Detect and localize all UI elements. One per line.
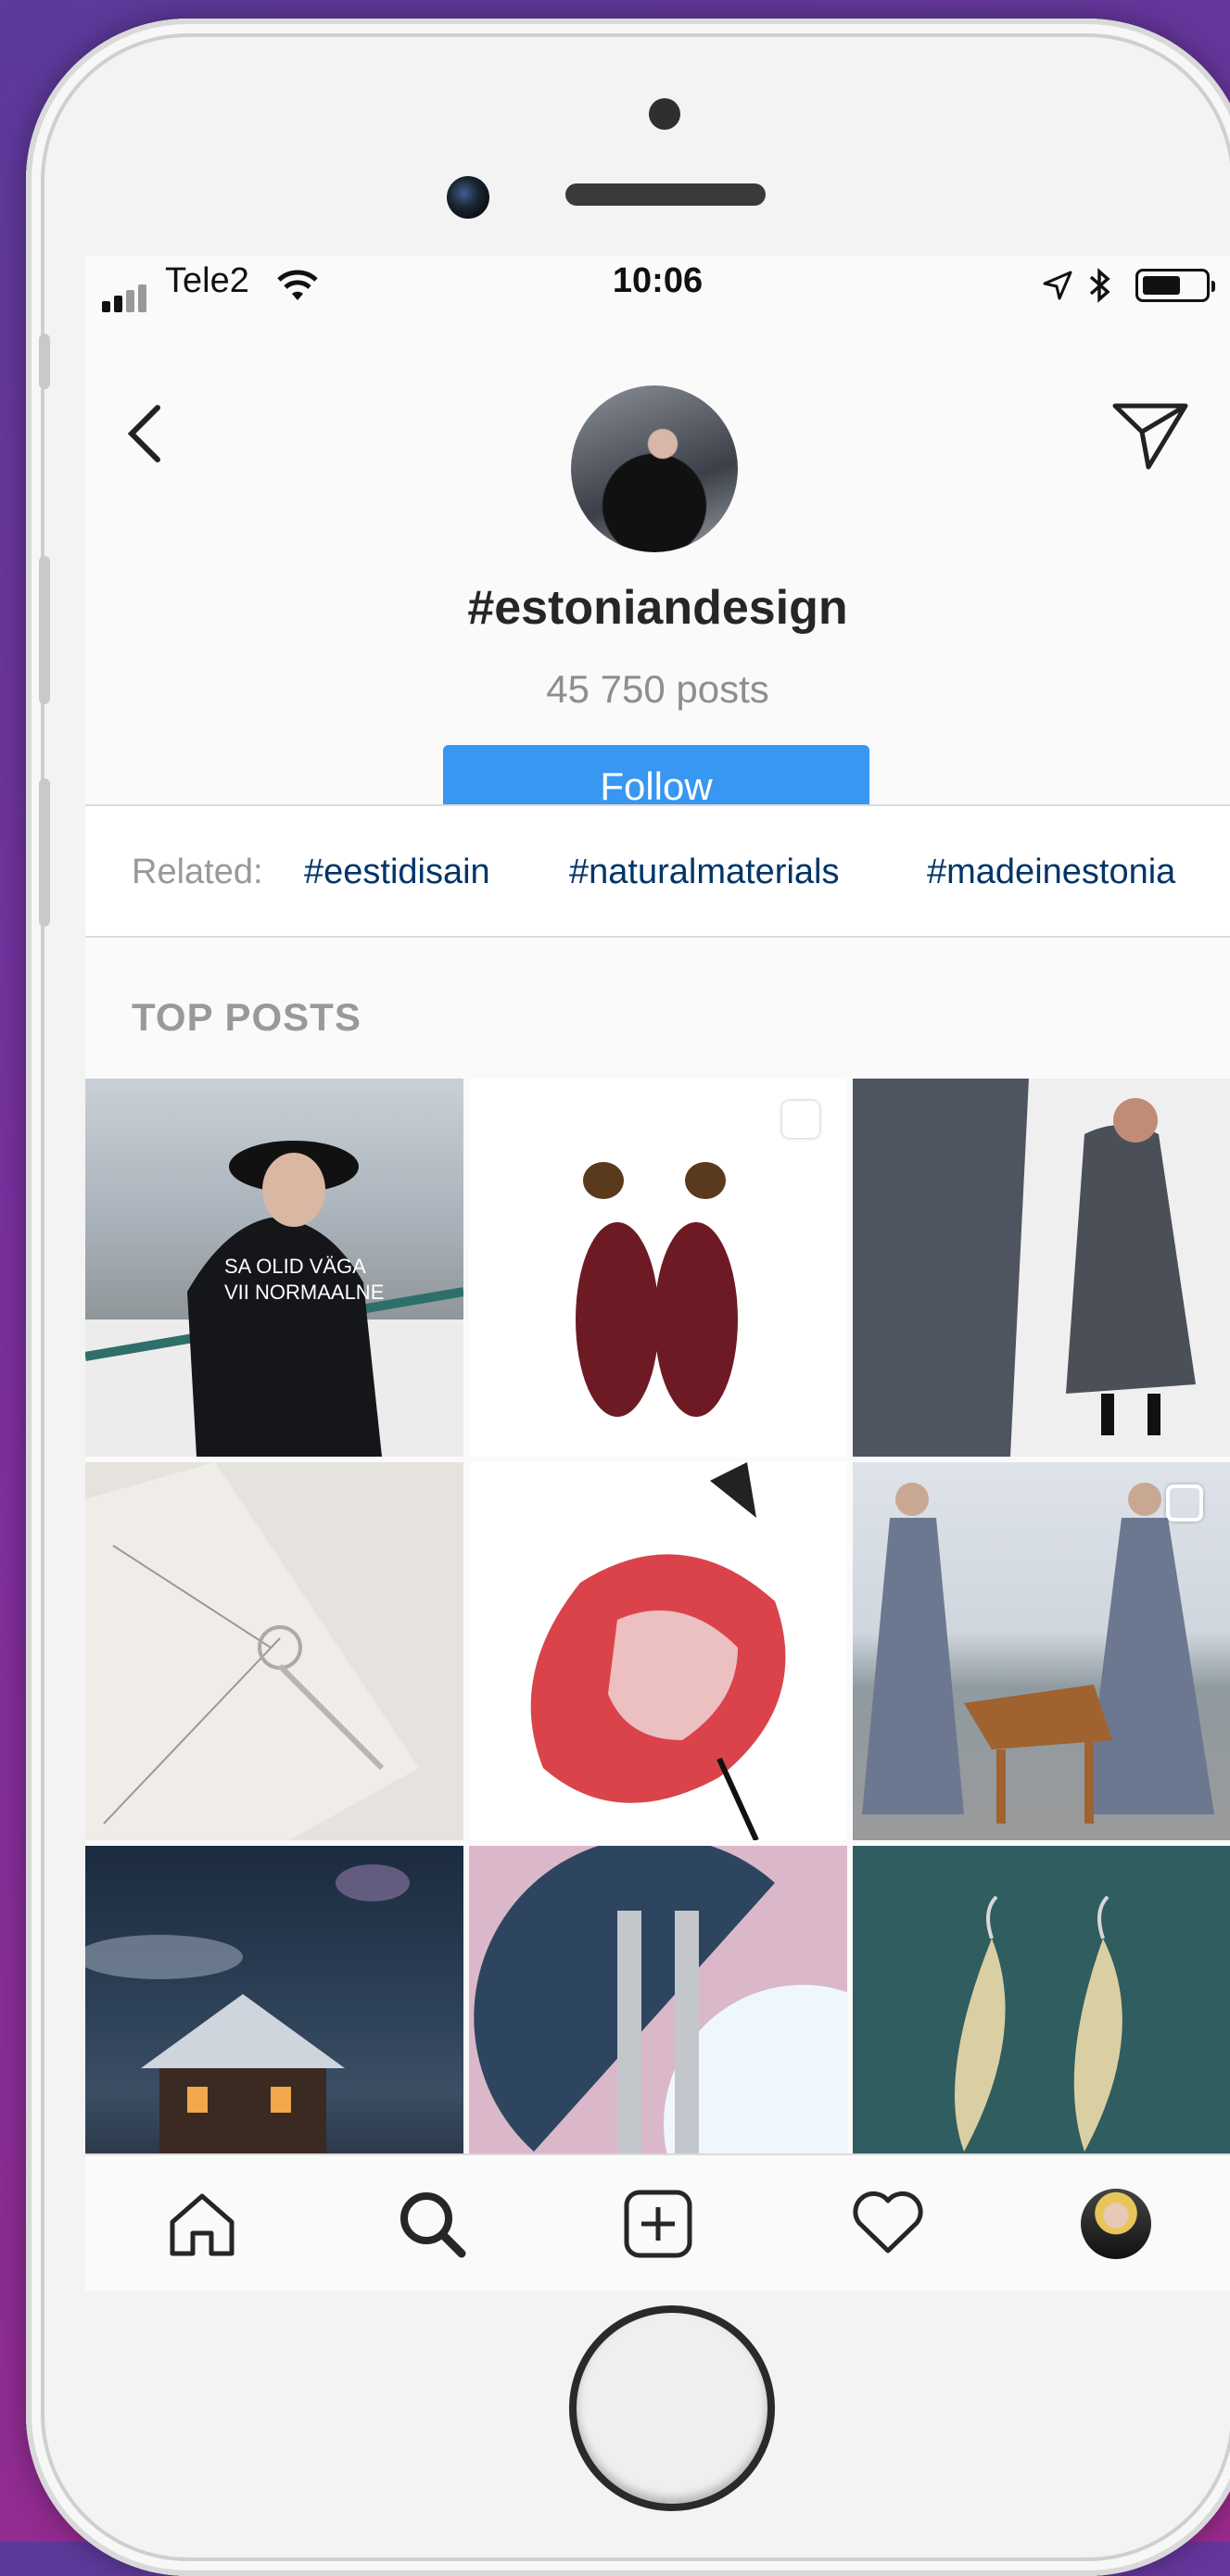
svg-text:VII NORMAALNE: VII NORMAALNE — [224, 1281, 384, 1304]
related-hashtags-bar: Related: #eestidisain #naturalmaterials … — [85, 804, 1230, 938]
post-grey-dress[interactable] — [853, 1079, 1230, 1457]
tab-home[interactable] — [165, 2187, 239, 2261]
related-tag-eestidisain[interactable]: #eestidisain — [304, 852, 490, 892]
hashtag-header: #estoniandesign 45 750 posts Follow — [85, 311, 1230, 867]
tab-add-post[interactable] — [621, 2187, 695, 2261]
home-button[interactable] — [569, 2305, 775, 2511]
related-label: Related: — [132, 852, 263, 891]
post-pendant-necklace[interactable] — [85, 1462, 463, 1840]
tab-activity[interactable] — [851, 2187, 925, 2261]
section-title-top-posts: TOP POSTS — [132, 995, 361, 1039]
home-icon — [170, 2193, 235, 2256]
status-bar: Tele2 10:06 — [85, 256, 1230, 312]
bluetooth-icon — [1089, 268, 1110, 303]
post-image: SA OLID VÄGA VII NORMAALNE — [85, 1141, 463, 1457]
app-screen: Tele2 10:06 #estoniandesign 45 750 posts… — [85, 256, 1230, 2291]
svg-text:SA OLID VÄGA: SA OLID VÄGA — [224, 1255, 366, 1278]
battery-icon — [1135, 269, 1215, 302]
direct-message-button[interactable] — [1111, 400, 1189, 475]
volume-up-button — [39, 556, 50, 704]
chevron-left-icon — [127, 405, 160, 462]
multi-photo-icon — [782, 1101, 819, 1138]
tab-profile[interactable] — [1079, 2187, 1153, 2261]
front-camera — [447, 176, 489, 219]
add-post-icon — [624, 2190, 692, 2258]
phone-frame: Tele2 10:06 #estoniandesign 45 750 posts… — [26, 19, 1230, 2576]
post-woman-sweatshirt[interactable]: SA OLID VÄGA VII NORMAALNE — [85, 1079, 463, 1457]
post-image — [85, 1462, 419, 1840]
post-red-earrings[interactable] — [469, 1079, 847, 1457]
hashtag-avatar[interactable] — [571, 385, 738, 552]
search-icon — [400, 2192, 466, 2258]
post-red-illustration[interactable] — [469, 1462, 847, 1840]
related-tag-naturalmaterials[interactable]: #naturalmaterials — [569, 852, 839, 892]
earpiece-speaker — [565, 183, 766, 206]
profile-avatar — [1081, 2189, 1151, 2259]
post-count: 45 750 posts — [546, 667, 769, 711]
tab-search[interactable] — [395, 2187, 469, 2261]
bottom-tab-bar — [85, 2153, 1230, 2291]
post-image — [853, 1079, 1196, 1457]
back-button[interactable] — [124, 404, 165, 478]
post-dresses-dog[interactable] — [853, 1462, 1230, 1840]
location-arrow-icon — [1043, 271, 1072, 300]
paper-plane-icon — [1112, 403, 1188, 470]
proximity-sensor — [649, 98, 680, 130]
multi-photo-icon — [1166, 1484, 1203, 1522]
activity-heart-icon — [853, 2191, 923, 2254]
post-image — [530, 1462, 786, 1840]
volume-down-button — [39, 778, 50, 927]
mute-switch — [39, 334, 50, 389]
related-tag-madeinestonia[interactable]: #madeinestonia — [927, 852, 1175, 892]
page-title: #estoniandesign — [467, 581, 848, 635]
